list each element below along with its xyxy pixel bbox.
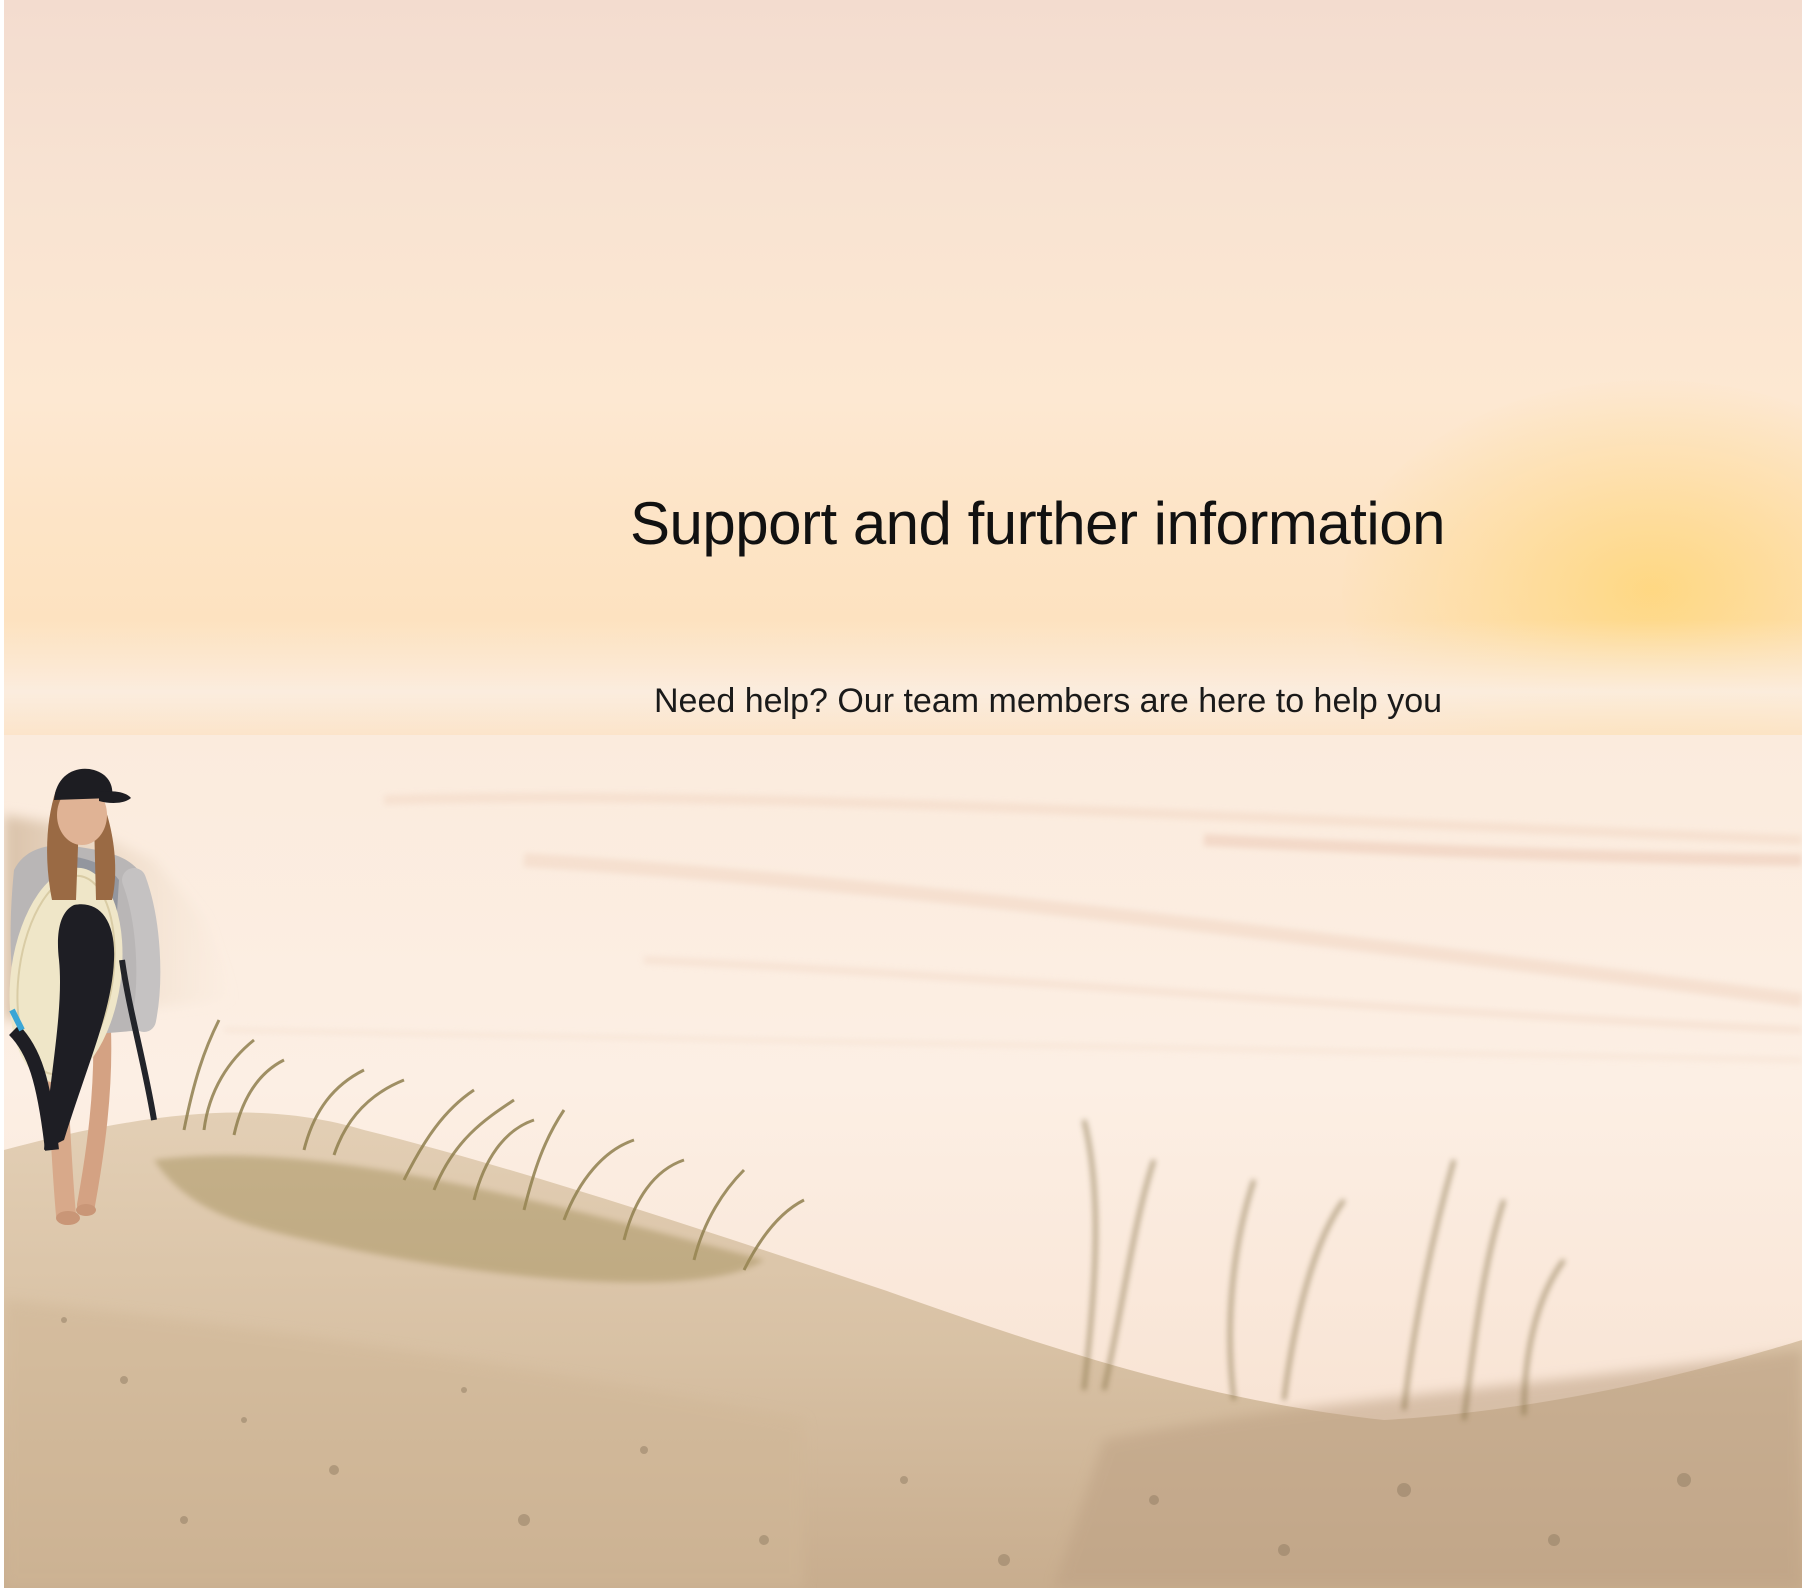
page-title: Support and further information — [630, 490, 1445, 557]
hero-subtitle: Need help? Our team members are here to … — [654, 682, 1443, 720]
beach-scene-illustration — [4, 735, 1802, 1588]
hero-banner: Support and further information Need hel… — [4, 0, 1802, 1588]
